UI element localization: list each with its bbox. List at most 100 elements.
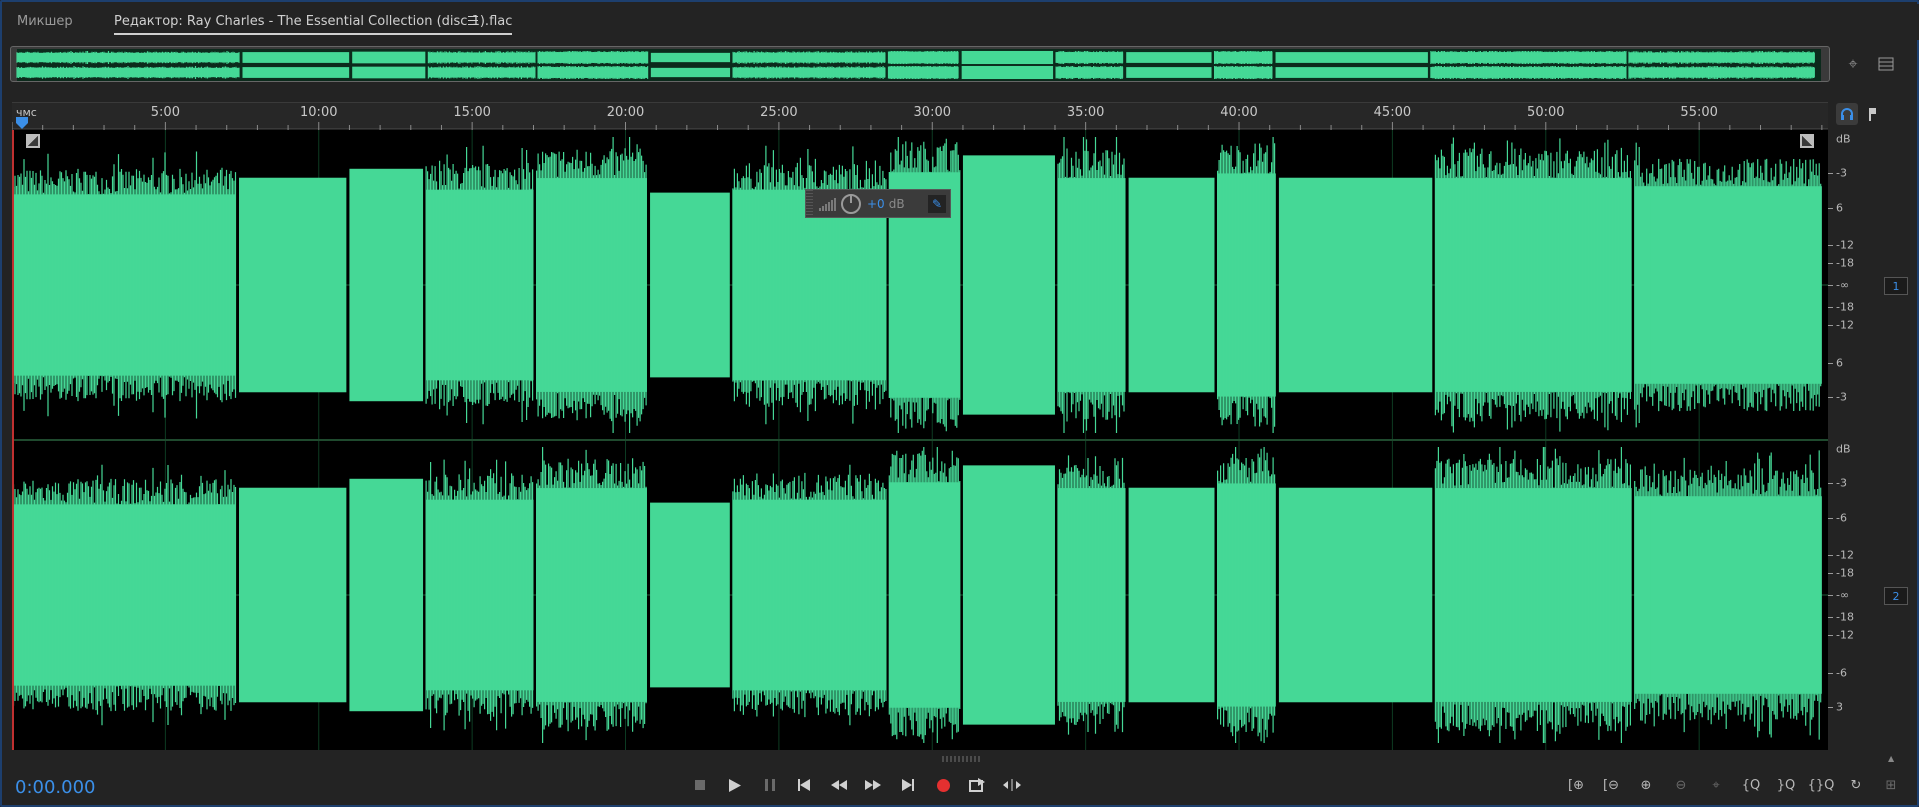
db-scale-label: -∞ [1836, 278, 1850, 292]
level-icon [819, 197, 837, 211]
zoom-out-point-icon[interactable]: }Q [1772, 772, 1800, 798]
overview-waveform [16, 49, 1821, 81]
db-scale-tick [1828, 396, 1833, 398]
channel-2-segment-6 [650, 502, 730, 688]
zoom-full-icon[interactable]: ⌖ [1702, 772, 1730, 798]
db-scale-tick [1828, 483, 1833, 485]
db-scale-tick [1828, 616, 1833, 618]
fade-in-handle[interactable] [26, 134, 40, 148]
channel-2-segment-9 [962, 465, 1055, 725]
db-scale-channel-2: dB -3 -6 -12 -18 -∞ -18 -12 -6 3 [1828, 440, 1878, 750]
stop-button[interactable] [687, 772, 713, 798]
panel-menu-icon[interactable] [1875, 53, 1897, 75]
db-scale-tick [1828, 362, 1833, 364]
fast-forward-button[interactable] [860, 772, 886, 798]
db-scale-channel-1: dB -3 6 -12 -18 -∞ -18 -12 6 -3 [1828, 130, 1878, 440]
time-ruler[interactable]: чмс 5:00 10:00 15:00 20:00 25:00 30:00 35:00 40… [12, 102, 1828, 130]
db-scale-label: 3 [1836, 700, 1843, 714]
zoom-navigator-icon[interactable]: ⊞ [1877, 772, 1905, 798]
db-scale-label: -18 [1836, 300, 1854, 314]
overview-channel-2-segment-13 [1275, 67, 1428, 78]
record-button[interactable] [930, 772, 956, 798]
rewind-button[interactable] [826, 772, 852, 798]
volume-unit: dB [888, 196, 905, 211]
overview-channel-1-segment-11 [1126, 52, 1212, 63]
db-scale-label: -3 [1836, 476, 1847, 490]
channel-2-badge[interactable]: 2 [1884, 587, 1908, 605]
scroll-up-icon[interactable]: ▲ [1888, 754, 1898, 763]
db-scale-tick [1828, 263, 1833, 265]
ruler-ticks [12, 122, 1823, 130]
overview-channel-2-segment-11 [1126, 67, 1212, 78]
channel-2-waveform [12, 447, 1828, 743]
overview-channel-1-segment-13 [1275, 52, 1428, 63]
db-scale-label: dB [1836, 132, 1851, 146]
db-scale-label: -12 [1836, 318, 1854, 332]
channel-2-segment-3 [349, 478, 424, 712]
zoom-selection-icon[interactable]: {}Q [1807, 772, 1835, 798]
channel-1-badge[interactable]: 1 [1884, 277, 1908, 295]
db-scale-label: -∞ [1836, 588, 1850, 602]
db-scale-label: -12 [1836, 238, 1854, 252]
db-scale-label: -6 [1836, 511, 1847, 524]
db-scale-tick [1828, 635, 1833, 637]
marker-icon[interactable] [1862, 103, 1884, 125]
channel-1-segment-2 [239, 177, 347, 393]
current-time[interactable]: 0:00.000 [15, 777, 96, 798]
playhead-marker-icon[interactable] [16, 117, 28, 129]
db-scale-tick [1828, 325, 1833, 327]
skip-to-start-button[interactable] [791, 772, 817, 798]
volume-hud[interactable]: +0 dB ✎ [805, 189, 951, 218]
pin-icon[interactable]: ✎ [928, 194, 946, 213]
channel-2-segment-2 [239, 487, 347, 703]
db-scale-tick [1828, 573, 1833, 575]
overview-channel-1-segment-3 [352, 51, 426, 64]
overview-navigator[interactable] [10, 46, 1830, 82]
db-scale-label: dB [1836, 442, 1851, 456]
tab-menu-icon[interactable] [468, 16, 478, 26]
fade-out-handle[interactable] [1800, 134, 1814, 148]
skip-to-end-button[interactable] [895, 772, 921, 798]
volume-value[interactable]: +0 [867, 197, 885, 211]
loop-playback-icon[interactable] [964, 772, 990, 798]
db-scale-label: -6 [1836, 666, 1847, 679]
panel-splitter[interactable] [942, 756, 982, 762]
overview-channel-1-segment-2 [242, 52, 350, 63]
hud-grip[interactable] [806, 190, 813, 217]
zoom-out-time-icon[interactable]: ⊖ [1667, 772, 1695, 798]
pause-button[interactable] [757, 772, 783, 798]
overview-channel-1-segment-9 [961, 50, 1054, 65]
skip-silence-icon[interactable] [999, 772, 1025, 798]
channel-1-segment-11 [1128, 177, 1215, 393]
zoom-in-point-icon[interactable]: {Q [1737, 772, 1765, 798]
waveform-svg [12, 130, 1828, 750]
tab-editor[interactable]: Редактор: Ray Charles - The Essential Co… [114, 14, 513, 35]
db-scale-tick [1828, 244, 1833, 246]
channel-1-waveform [12, 137, 1828, 433]
headphones-icon[interactable] [1836, 103, 1858, 125]
channel-1-segment-3 [349, 168, 424, 402]
channel-1-segment-9 [962, 155, 1055, 415]
volume-knob[interactable] [841, 193, 861, 214]
db-scale-label: 6 [1836, 201, 1843, 214]
zoom-out-amplitude-icon[interactable]: [⊖ [1597, 772, 1625, 798]
db-scale-tick [1828, 285, 1833, 286]
db-scale-label: -12 [1836, 548, 1854, 562]
overview-channel-2-segment-9 [961, 65, 1054, 80]
zoom-in-amplitude-icon[interactable]: [⊕ [1562, 772, 1590, 798]
zoom-in-time-icon[interactable]: ⊕ [1632, 772, 1660, 798]
channel-2-segment-11 [1128, 487, 1215, 703]
tab-mixer[interactable]: Микшер [17, 14, 73, 29]
db-scale-label: -3 [1836, 166, 1847, 180]
db-scale-tick [1828, 595, 1833, 596]
db-scale-tick [1828, 306, 1833, 308]
db-scale-label: -18 [1836, 610, 1854, 624]
overview-channel-2-segment-2 [242, 67, 350, 78]
db-scale-label: 6 [1836, 356, 1843, 369]
overview-channel-2-segment-3 [352, 66, 426, 79]
waveform-display[interactable] [12, 130, 1828, 750]
tab-bar: Микшер Редактор: Ray Charles - The Essen… [4, 4, 1919, 40]
play-button[interactable] [722, 772, 748, 798]
zoom-to-selection-icon[interactable]: ⌖ [1842, 53, 1864, 75]
zoom-reset-icon[interactable]: ↻ [1842, 772, 1870, 798]
